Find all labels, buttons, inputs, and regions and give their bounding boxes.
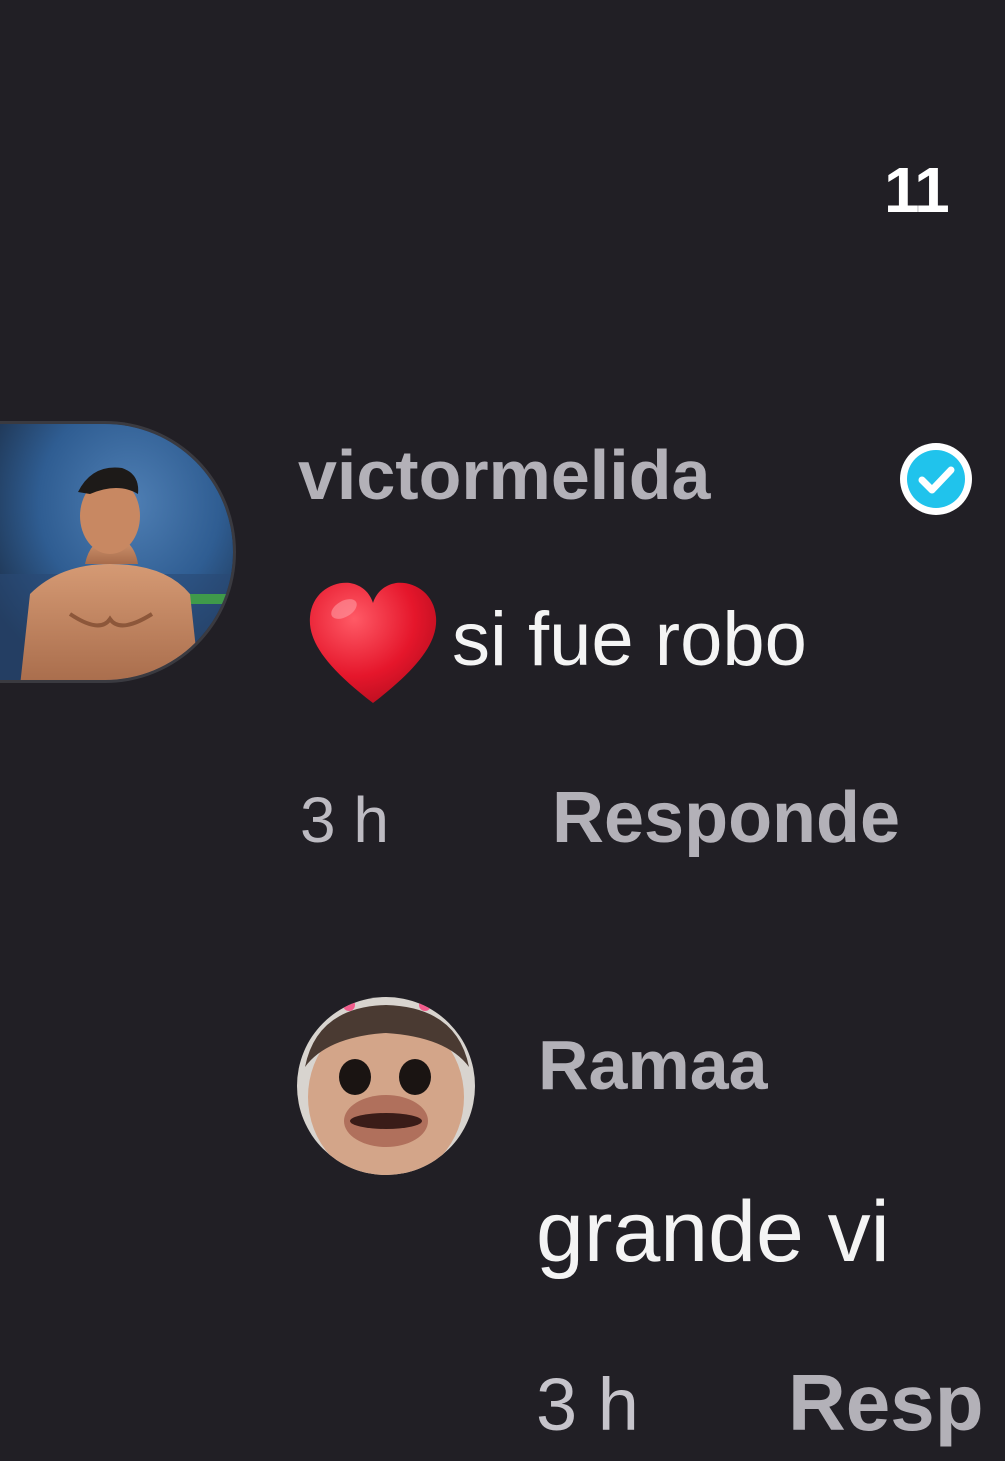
reply-button[interactable]: Resp — [788, 1360, 984, 1446]
avatar[interactable] — [0, 421, 236, 683]
red-heart-emoji-icon — [309, 582, 437, 703]
reply-button[interactable]: Responde — [552, 778, 900, 858]
comment-text: grande vi — [536, 1184, 890, 1280]
avatar[interactable] — [297, 997, 475, 1175]
comment-username[interactable]: Ramaa — [538, 1020, 768, 1110]
avatar-image — [297, 997, 475, 1175]
comment-timestamp: 3 h — [300, 784, 389, 856]
comment-username[interactable]: victormelida — [298, 430, 710, 520]
comment-count-header: 11 — [884, 154, 950, 226]
avatar-image — [0, 424, 233, 680]
comment-text: si fue robo — [452, 597, 807, 682]
comment-timestamp: 3 h — [536, 1363, 639, 1446]
verified-badge-icon — [900, 443, 972, 515]
